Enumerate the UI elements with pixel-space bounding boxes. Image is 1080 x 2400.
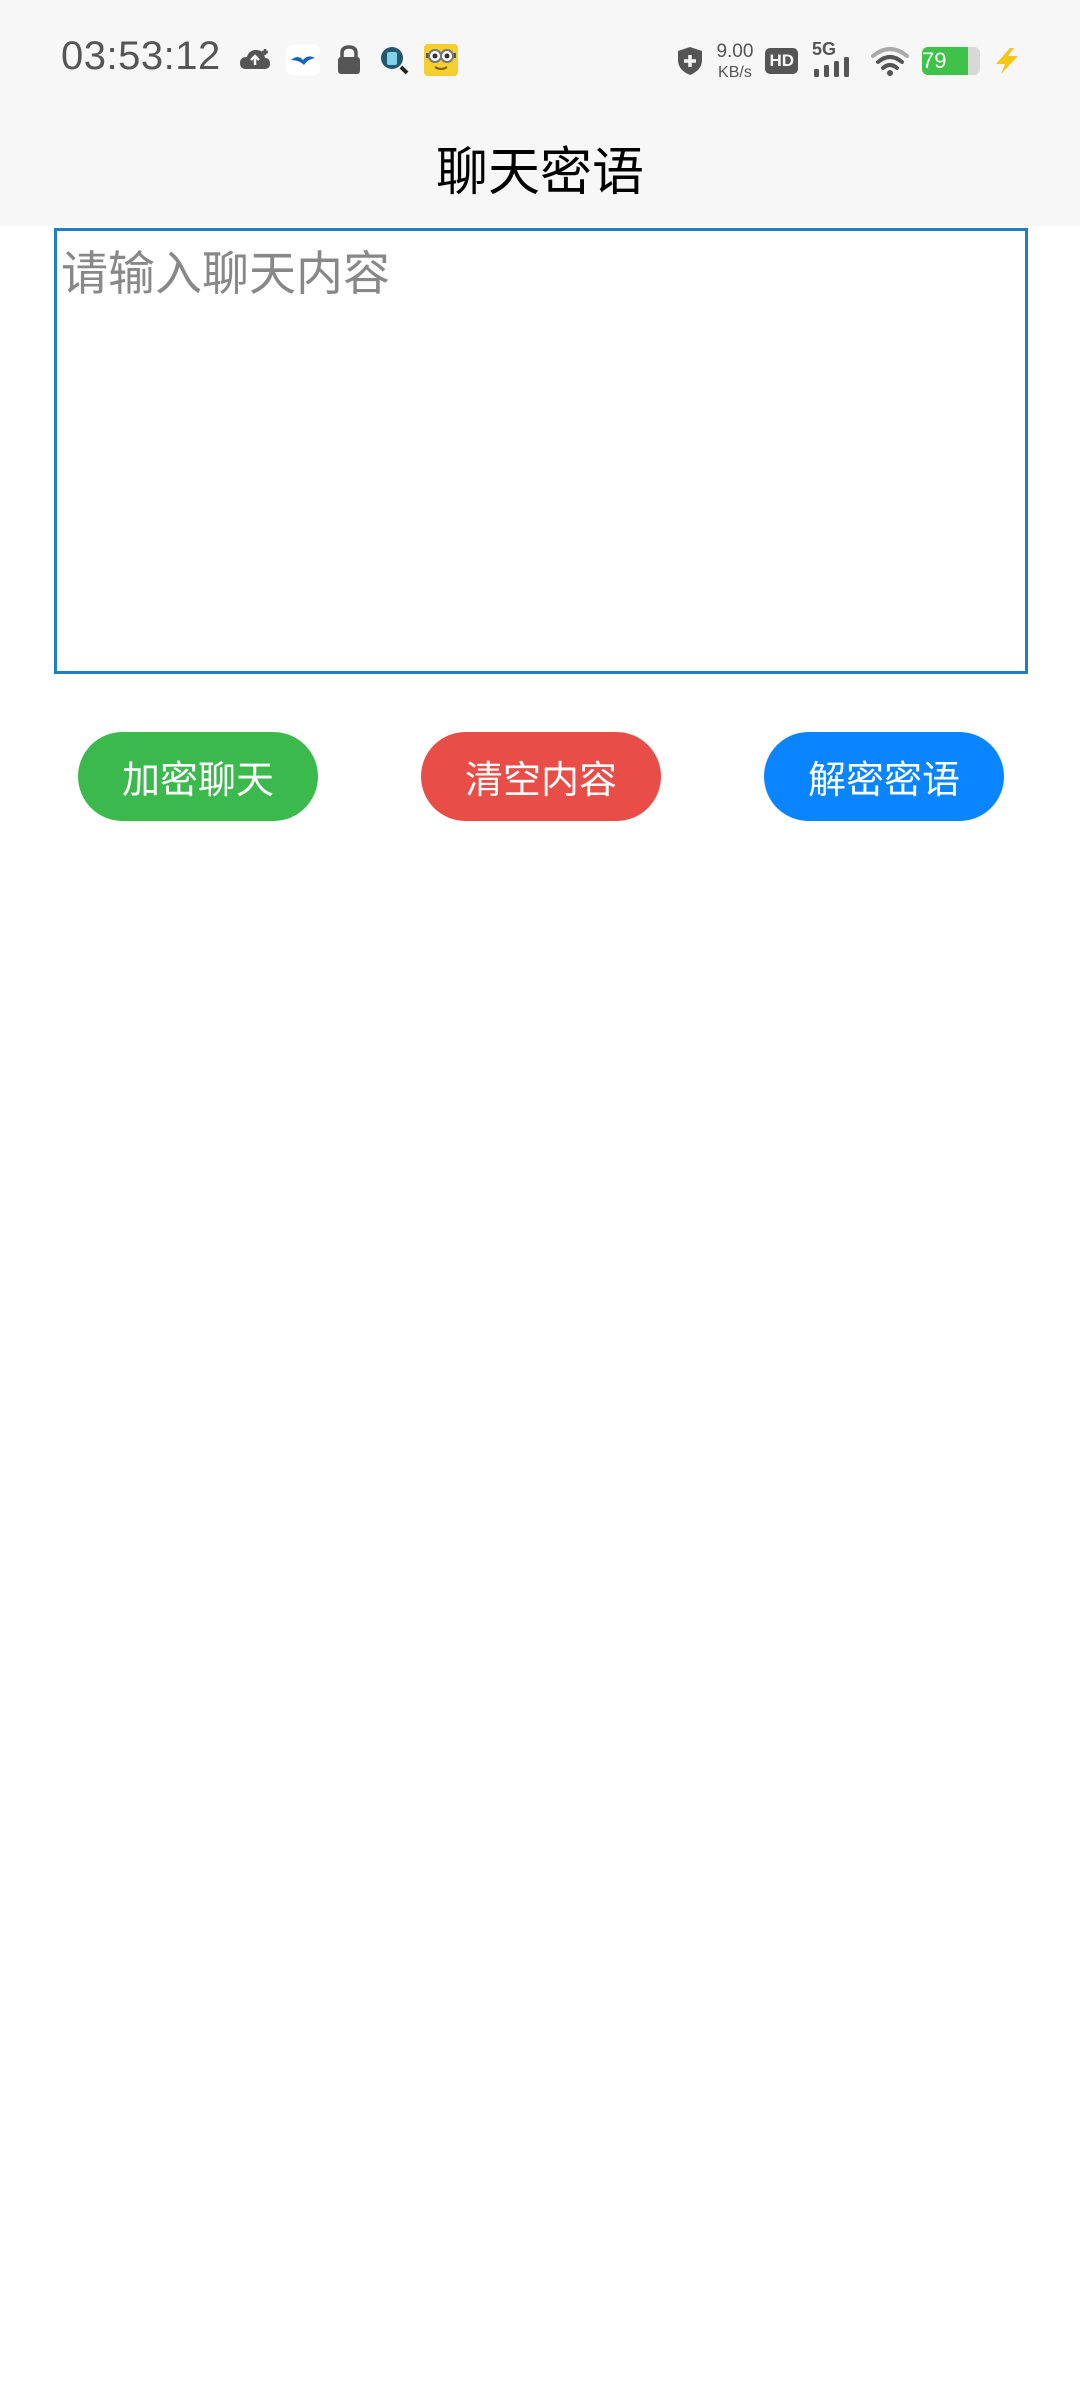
network-speed-unit: KB/s	[718, 63, 752, 81]
chat-content-input[interactable]	[54, 228, 1028, 674]
status-bar: 03:53:12 9.00 KB/s HD 5G 79	[0, 0, 1080, 120]
charging-bolt-icon	[992, 46, 1022, 76]
encrypt-chat-button[interactable]: 加密聊天	[78, 732, 318, 821]
cellular-signal-icon: 5G	[810, 39, 858, 81]
system-status-icons: 9.00 KB/s HD 5G 79	[676, 34, 1022, 88]
status-time: 03:53:12	[61, 34, 221, 78]
app-header: 03:53:12 9.00 KB/s HD 5G 79 聊天密语	[0, 0, 1080, 226]
shield-icon	[676, 45, 704, 77]
hd-badge: HD	[765, 48, 798, 74]
wifi-icon	[870, 45, 910, 77]
page-title: 聊天密语	[435, 142, 644, 203]
network-speed: 9.00 KB/s	[716, 42, 753, 81]
cloud-upload-icon	[238, 45, 272, 75]
decrypt-message-button[interactable]: 解密密语	[764, 732, 1004, 821]
minion-app-icon	[424, 44, 458, 76]
lock-icon	[334, 44, 364, 76]
notification-icons	[238, 40, 458, 80]
clear-content-button[interactable]: 清空内容	[421, 732, 661, 821]
search-app-icon	[378, 44, 410, 76]
network-speed-value: 9.00	[716, 40, 754, 62]
battery-indicator: 79	[922, 47, 980, 75]
battery-percent: 79	[922, 48, 947, 73]
bird-app-icon	[286, 45, 320, 75]
title-bar: 聊天密语	[0, 120, 1080, 226]
